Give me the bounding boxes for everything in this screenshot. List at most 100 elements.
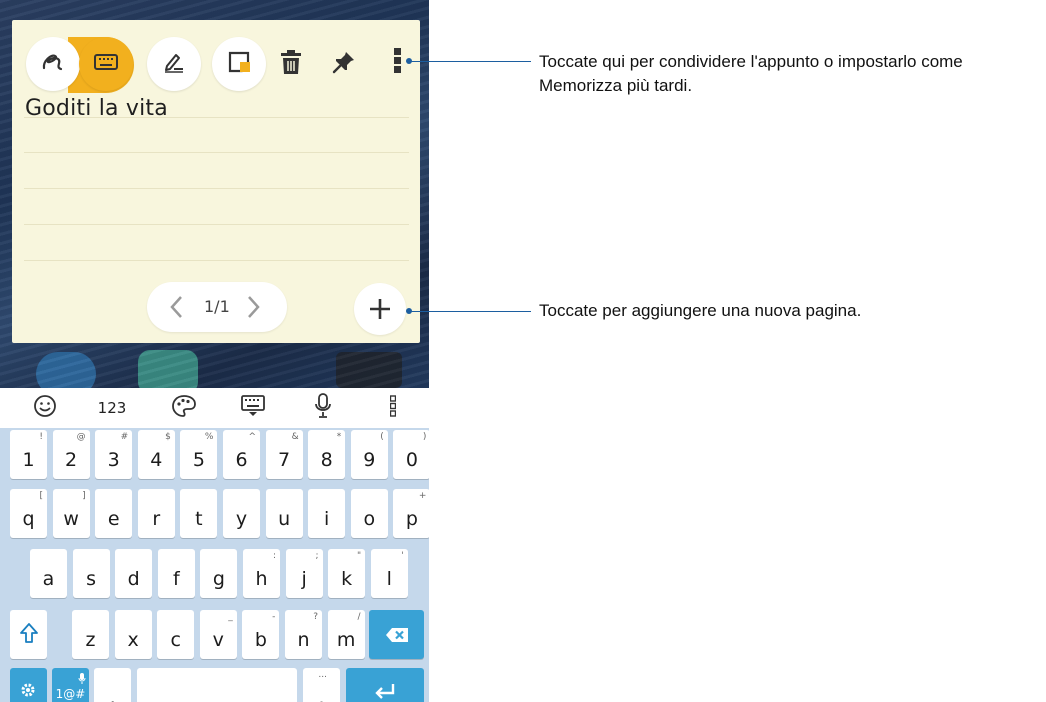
- key-t[interactable]: t: [180, 489, 218, 538]
- key-8[interactable]: 8 *: [308, 430, 346, 479]
- key-4[interactable]: 4 $: [137, 430, 175, 479]
- key-z[interactable]: z: [72, 610, 109, 659]
- shift-arrow-icon: [19, 622, 39, 648]
- key-label: 4: [150, 449, 163, 471]
- key-n[interactable]: n?: [285, 610, 322, 659]
- page-navigator: 1/1: [147, 282, 287, 332]
- keyboard-more-button[interactable]: [383, 388, 403, 428]
- key-label: c: [170, 629, 181, 651]
- emoji-button[interactable]: [30, 388, 60, 428]
- key-2[interactable]: 2 @: [52, 430, 90, 479]
- comma-key[interactable]: ,: [94, 668, 131, 702]
- key-label: x: [127, 629, 139, 651]
- previous-page-button[interactable]: [169, 295, 183, 323]
- key-label: y: [235, 508, 248, 530]
- theme-button[interactable]: [168, 388, 200, 428]
- key-l[interactable]: l ': [370, 549, 408, 598]
- enter-key[interactable]: [346, 668, 424, 702]
- key-label: m: [336, 629, 356, 651]
- key-label: n: [297, 629, 310, 651]
- numbers-button[interactable]: 123: [90, 388, 134, 428]
- key-alt-label: _: [228, 612, 233, 622]
- key-3[interactable]: 3 #: [95, 430, 133, 479]
- space-key[interactable]: [137, 668, 297, 702]
- key-d[interactable]: d: [115, 549, 153, 598]
- key-label: 5: [192, 449, 205, 471]
- key-label: i: [324, 508, 330, 530]
- trash-icon: [279, 49, 303, 79]
- key-label: o: [363, 508, 376, 530]
- key-y[interactable]: y: [223, 489, 260, 538]
- key-label: l: [386, 568, 392, 590]
- key-c[interactable]: c: [157, 610, 195, 659]
- handwriting-icon: [41, 51, 65, 77]
- period-key[interactable]: . ...: [303, 668, 340, 702]
- key-f[interactable]: f: [157, 549, 195, 598]
- quick-memo-note[interactable]: Goditi la vita 1/1: [12, 20, 420, 343]
- more-options-button[interactable]: [389, 48, 407, 78]
- key-alt-label: (: [380, 432, 384, 442]
- key-a[interactable]: a: [30, 549, 67, 598]
- keyboard-icon: [94, 54, 118, 74]
- next-page-button[interactable]: [247, 295, 261, 323]
- voice-input-button[interactable]: [308, 388, 338, 428]
- key-h[interactable]: h:: [243, 549, 280, 598]
- keyboard-mode-button[interactable]: [79, 37, 133, 91]
- note-ruled-line: [24, 152, 409, 153]
- callout-text-add-page: Toccate per aggiungere una nuova pagina.: [539, 301, 862, 320]
- key-w[interactable]: w]: [52, 489, 90, 538]
- symbols-key[interactable]: 1@#: [52, 668, 89, 702]
- backspace-key[interactable]: [369, 610, 424, 659]
- note-title-text[interactable]: Goditi la vita: [25, 96, 168, 121]
- shift-key[interactable]: [10, 610, 47, 659]
- phone-screen: Goditi la vita 1/1 123 1 ! 2 @ 3 # 4 $ 5…: [0, 0, 429, 702]
- delete-note-button[interactable]: [277, 50, 305, 78]
- handwriting-mode-button[interactable]: [26, 37, 80, 91]
- key-v[interactable]: v _: [199, 610, 237, 659]
- settings-key[interactable]: [10, 668, 47, 702]
- key-6[interactable]: 6 ^: [223, 430, 260, 479]
- keyboard-layout-button[interactable]: [236, 388, 270, 428]
- note-ruled-line: [24, 224, 409, 225]
- key-j[interactable]: j;: [285, 549, 323, 598]
- key-5[interactable]: 5%: [180, 430, 218, 479]
- key-label: v: [212, 629, 224, 651]
- key-m[interactable]: m /: [327, 610, 365, 659]
- pen-icon: [162, 50, 186, 78]
- key-b[interactable]: b-: [242, 610, 280, 659]
- key-k[interactable]: k ": [328, 549, 366, 598]
- key-s[interactable]: s: [72, 549, 110, 598]
- pen-settings-button[interactable]: [147, 37, 201, 91]
- key-alt-label: #: [120, 432, 129, 442]
- key-i[interactable]: i: [308, 489, 346, 538]
- key-q[interactable]: q[: [10, 489, 47, 538]
- key-0[interactable]: 0): [393, 430, 429, 479]
- key-p[interactable]: p +: [393, 489, 429, 538]
- key-7[interactable]: 7 &: [265, 430, 303, 479]
- backspace-icon: [385, 627, 409, 647]
- key-label: e: [107, 508, 120, 530]
- key-label: d: [127, 568, 140, 590]
- note-color-button[interactable]: [212, 37, 266, 91]
- key-label: 0: [405, 449, 418, 471]
- key-e[interactable]: e: [95, 489, 133, 538]
- key-alt-label: /: [357, 612, 361, 622]
- add-page-button[interactable]: [354, 283, 406, 335]
- key-label: 7: [278, 449, 291, 471]
- key-u[interactable]: u: [265, 489, 303, 538]
- key-label: p: [405, 508, 418, 530]
- pin-note-button[interactable]: [330, 50, 358, 78]
- key-g[interactable]: g: [200, 549, 238, 598]
- comma-key-label: ,: [109, 687, 116, 702]
- key-x[interactable]: x: [114, 610, 152, 659]
- key-alt-label: ": [357, 551, 362, 561]
- key-alt-label: !: [39, 432, 43, 442]
- key-o[interactable]: o: [350, 489, 388, 538]
- key-r[interactable]: r: [137, 489, 175, 538]
- key-alt-label: &: [291, 432, 299, 442]
- gear-icon: [20, 682, 36, 702]
- key-1[interactable]: 1!: [10, 430, 47, 479]
- key-label: b: [254, 629, 267, 651]
- key-9[interactable]: 9(: [350, 430, 388, 479]
- key-alt-label: %: [204, 432, 214, 442]
